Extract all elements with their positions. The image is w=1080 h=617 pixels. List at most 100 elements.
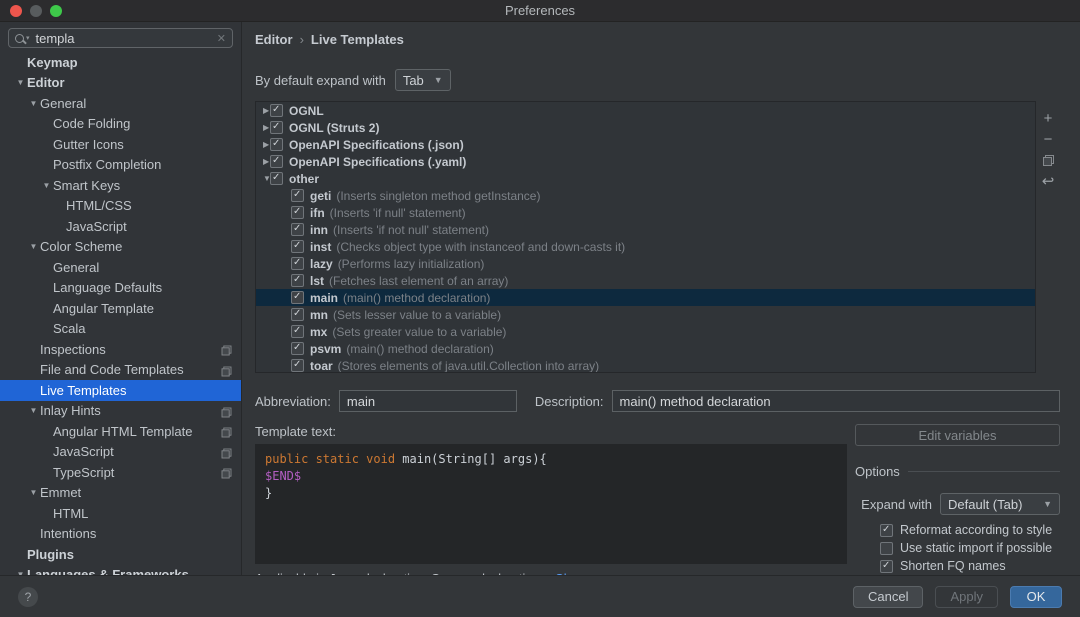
search-input-value[interactable]: templa [36, 31, 217, 46]
template-groups-list[interactable]: ▶OGNL▶OGNL (Struts 2)▶OpenAPI Specificat… [255, 101, 1036, 373]
sidebar-item-languages-frameworks[interactable]: ▼Languages & Frameworks [0, 565, 241, 576]
sidebar-item-code-folding[interactable]: Code Folding [0, 114, 241, 135]
template-group-row[interactable]: ▶OpenAPI Specifications (.yaml) [256, 153, 1035, 170]
sidebar-item-keymap[interactable]: Keymap [0, 52, 241, 73]
template-checkbox[interactable] [291, 325, 304, 338]
template-checkbox[interactable] [291, 223, 304, 236]
template-group-row[interactable]: ▶OpenAPI Specifications (.json) [256, 136, 1035, 153]
sidebar-item-general[interactable]: General [0, 257, 241, 278]
option-checkbox-row[interactable]: Reformat according to style [855, 521, 1060, 539]
sidebar-item-javascript[interactable]: JavaScript [0, 442, 241, 463]
sidebar-item-gutter-icons[interactable]: Gutter Icons [0, 134, 241, 155]
tree-expanded-icon[interactable]: ▼ [14, 78, 27, 87]
template-checkbox[interactable] [270, 138, 283, 151]
sidebar-item-live-templates[interactable]: Live Templates [0, 380, 241, 401]
sidebar-item-language-defaults[interactable]: Language Defaults [0, 278, 241, 299]
option-checkbox-row[interactable]: Shorten FQ names [855, 557, 1060, 575]
options-title: Options [855, 464, 900, 479]
template-row[interactable]: mx(Sets greater value to a variable) [256, 323, 1035, 340]
template-checkbox[interactable] [291, 189, 304, 202]
template-checkbox[interactable] [270, 121, 283, 134]
tree-expanded-icon[interactable]: ▼ [40, 181, 53, 190]
sidebar-item-html[interactable]: HTML [0, 503, 241, 524]
tree-expanded-icon[interactable]: ▼ [27, 488, 40, 497]
sidebar-item-inspections[interactable]: Inspections [0, 339, 241, 360]
template-row[interactable]: lazy(Performs lazy initialization) [256, 255, 1035, 272]
template-row[interactable]: toar(Stores elements of java.util.Collec… [256, 357, 1035, 373]
template-text-editor[interactable]: public static void main(String[] args){ … [255, 444, 847, 564]
template-group-row[interactable]: ▶OGNL (Struts 2) [256, 119, 1035, 136]
tree-expanded-icon[interactable]: ▼ [27, 242, 40, 251]
default-expand-select[interactable]: Tab ▼ [395, 69, 451, 91]
sidebar-item-angular-html-template[interactable]: Angular HTML Template [0, 421, 241, 442]
sidebar-item-smart-keys[interactable]: ▼Smart Keys [0, 175, 241, 196]
change-contexts-link[interactable]: Change ˅ [555, 572, 611, 575]
tree-collapsed-icon[interactable]: ▶ [256, 123, 270, 132]
duplicate-template-button[interactable] [1040, 152, 1056, 168]
sidebar-item-color-scheme[interactable]: ▼Color Scheme [0, 237, 241, 258]
template-checkbox[interactable] [270, 172, 283, 185]
template-list-toolbar: + − ↩ [1036, 101, 1060, 373]
add-template-button[interactable]: + [1040, 110, 1056, 126]
clear-search-icon[interactable]: ✕ [217, 32, 226, 45]
template-row[interactable]: psvm(main() method declaration) [256, 340, 1035, 357]
template-group-row[interactable]: ▼other [256, 170, 1035, 187]
tree-expanded-icon[interactable]: ▼ [27, 99, 40, 108]
sidebar-item-editor[interactable]: ▼Editor [0, 73, 241, 94]
template-checkbox[interactable] [291, 359, 304, 372]
tree-collapsed-icon[interactable]: ▶ [256, 106, 270, 115]
template-checkbox[interactable] [270, 104, 283, 117]
template-row[interactable]: inn(Inserts 'if not null' statement) [256, 221, 1035, 238]
edit-variables-button[interactable]: Edit variables [855, 424, 1060, 446]
template-group-row[interactable]: ▶OGNL [256, 102, 1035, 119]
sidebar-item-angular-template[interactable]: Angular Template [0, 298, 241, 319]
template-row[interactable]: inst(Checks object type with instanceof … [256, 238, 1035, 255]
tree-collapsed-icon[interactable]: ▶ [256, 157, 270, 166]
sidebar-item-general[interactable]: ▼General [0, 93, 241, 114]
template-checkbox[interactable] [291, 257, 304, 270]
expand-with-select[interactable]: Default (Tab) ▼ [940, 493, 1060, 515]
option-checkbox-row[interactable]: Use static import if possible [855, 539, 1060, 557]
sidebar-item-intentions[interactable]: Intentions [0, 524, 241, 545]
tree-expanded-icon[interactable]: ▼ [27, 406, 40, 415]
template-row[interactable]: geti(Inserts singleton method getInstanc… [256, 187, 1035, 204]
ok-button[interactable]: OK [1010, 586, 1062, 608]
breadcrumb-editor[interactable]: Editor [255, 32, 293, 47]
sidebar-item-emmet[interactable]: ▼Emmet [0, 483, 241, 504]
abbreviation-input[interactable]: main [339, 390, 517, 412]
option-checkbox[interactable] [880, 524, 893, 537]
template-checkbox[interactable] [291, 274, 304, 287]
option-checkbox[interactable] [880, 560, 893, 573]
template-row[interactable]: mn(Sets lesser value to a variable) [256, 306, 1035, 323]
search-options-arrow-icon[interactable]: ▾ [26, 35, 30, 42]
apply-button[interactable]: Apply [935, 586, 998, 608]
settings-search-field[interactable]: ▾ templa ✕ [8, 28, 233, 48]
template-checkbox[interactable] [291, 342, 304, 355]
tree-collapsed-icon[interactable]: ▶ [256, 140, 270, 149]
window-title: Preferences [0, 3, 1080, 18]
sidebar-item-html-css[interactable]: HTML/CSS [0, 196, 241, 217]
tree-expanded-icon[interactable]: ▼ [14, 570, 27, 575]
option-checkbox[interactable] [880, 542, 893, 555]
sidebar-item-plugins[interactable]: Plugins [0, 544, 241, 565]
sidebar-item-scala[interactable]: Scala [0, 319, 241, 340]
remove-template-button[interactable]: − [1040, 131, 1056, 147]
sidebar-item-inlay-hints[interactable]: ▼Inlay Hints [0, 401, 241, 422]
template-row[interactable]: main(main() method declaration) [256, 289, 1035, 306]
template-checkbox[interactable] [291, 206, 304, 219]
template-row[interactable]: lst(Fetches last element of an array) [256, 272, 1035, 289]
sidebar-item-file-and-code-templates[interactable]: File and Code Templates [0, 360, 241, 381]
cancel-button[interactable]: Cancel [853, 586, 923, 608]
template-checkbox[interactable] [270, 155, 283, 168]
sidebar-item-postfix-completion[interactable]: Postfix Completion [0, 155, 241, 176]
help-button[interactable]: ? [18, 587, 38, 607]
tree-expanded-icon[interactable]: ▼ [256, 174, 270, 183]
description-input[interactable]: main() method declaration [612, 390, 1060, 412]
template-checkbox[interactable] [291, 291, 304, 304]
template-checkbox[interactable] [291, 308, 304, 321]
template-checkbox[interactable] [291, 240, 304, 253]
restore-defaults-button[interactable]: ↩ [1040, 173, 1056, 189]
sidebar-item-typescript[interactable]: TypeScript [0, 462, 241, 483]
sidebar-item-javascript[interactable]: JavaScript [0, 216, 241, 237]
template-row[interactable]: ifn(Inserts 'if null' statement) [256, 204, 1035, 221]
